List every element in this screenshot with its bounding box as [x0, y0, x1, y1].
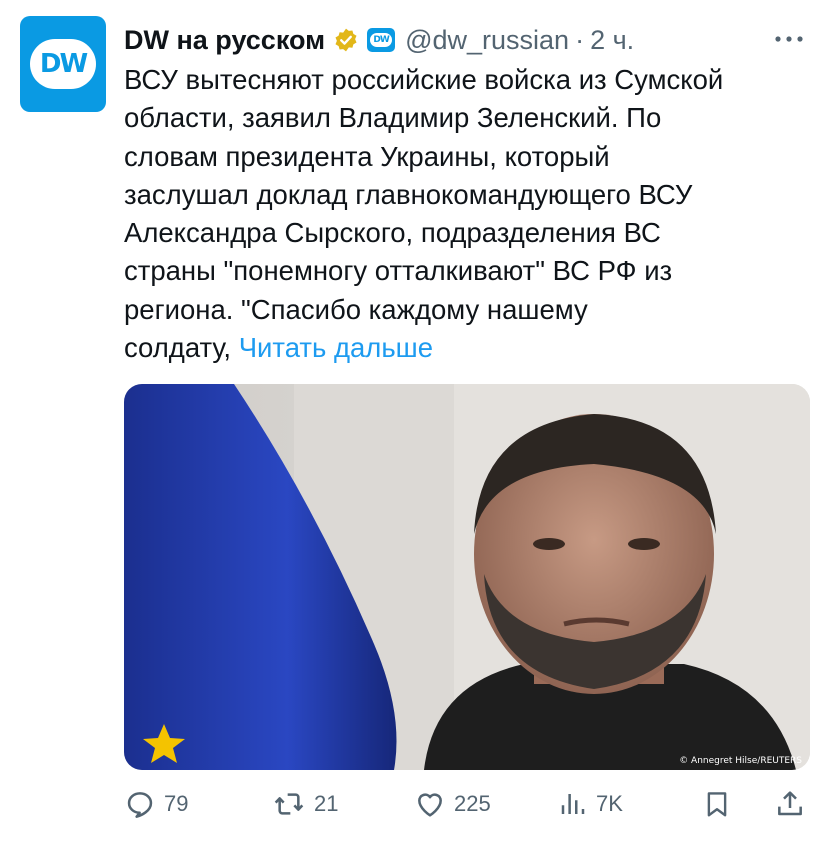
heart-icon	[418, 793, 442, 817]
tweet-text-line: страны "понемногу отталкивают" ВС РФ из	[124, 255, 673, 287]
tweet-text-last-line: солдату, Читать дальше	[124, 329, 814, 367]
reply-icon	[127, 792, 153, 818]
tweet-text-line: Александра Сырского, подразделения ВС	[124, 217, 661, 249]
affiliate-logo-text: DW	[370, 33, 393, 47]
views-button[interactable]: 7K	[558, 784, 623, 824]
author-name[interactable]: DW на русском	[124, 25, 325, 56]
photo-credit: © Annegret Hilse/REUTERS	[679, 756, 802, 766]
separator-dot: ·	[575, 24, 585, 55]
bookmark-button[interactable]	[702, 784, 732, 824]
verified-badge-icon[interactable]	[333, 27, 359, 53]
analytics-bar-icon	[561, 794, 585, 814]
tweet-timestamp[interactable]: 2 ч.	[590, 25, 634, 56]
tweet-text-line: словам президента Украины, который	[124, 140, 610, 172]
tweet-text: ВСУ вытесняют российские войска из Сумск…	[124, 61, 814, 367]
share-icon	[778, 791, 802, 816]
like-count: 225	[454, 791, 491, 816]
like-button[interactable]: 225	[414, 784, 491, 824]
tweet-text-line: региона. "Спасибо каждому нашему	[124, 293, 588, 325]
repost-button[interactable]: 21	[272, 784, 338, 824]
read-more-link[interactable]: Читать дальше	[239, 332, 433, 363]
share-button[interactable]	[774, 784, 806, 824]
bookmark-icon	[707, 792, 727, 817]
affiliate-badge-icon[interactable]: DW	[367, 28, 396, 52]
tweet-photo[interactable]: © Annegret Hilse/REUTERS	[124, 384, 810, 770]
avatar-logo-text: DW	[39, 49, 88, 79]
reply-count: 79	[164, 791, 189, 816]
author-avatar[interactable]: DW	[20, 16, 106, 112]
tweet-text-line: области, заявил Владимир Зеленский. По	[124, 102, 662, 134]
tweet-header: DW на русском DW @dw_russian · 2 ч.	[124, 22, 808, 58]
view-count: 7K	[596, 791, 623, 816]
tweet-action-bar: 79 21 225 7K	[124, 784, 808, 824]
author-handle[interactable]: @dw_russian	[405, 25, 569, 56]
tweet-text-line: заслушал доклад главнокомандующего ВСУ	[124, 178, 693, 210]
repost-count: 21	[314, 791, 339, 816]
dw-logo: DW	[30, 39, 96, 89]
reply-button[interactable]: 79	[124, 784, 188, 824]
tweet-text-line: солдату,	[124, 332, 239, 364]
tweet-text-line: ВСУ вытесняют российские войска из Сумск…	[124, 64, 724, 95]
more-options-icon[interactable]	[772, 22, 806, 56]
repost-icon	[274, 793, 304, 815]
